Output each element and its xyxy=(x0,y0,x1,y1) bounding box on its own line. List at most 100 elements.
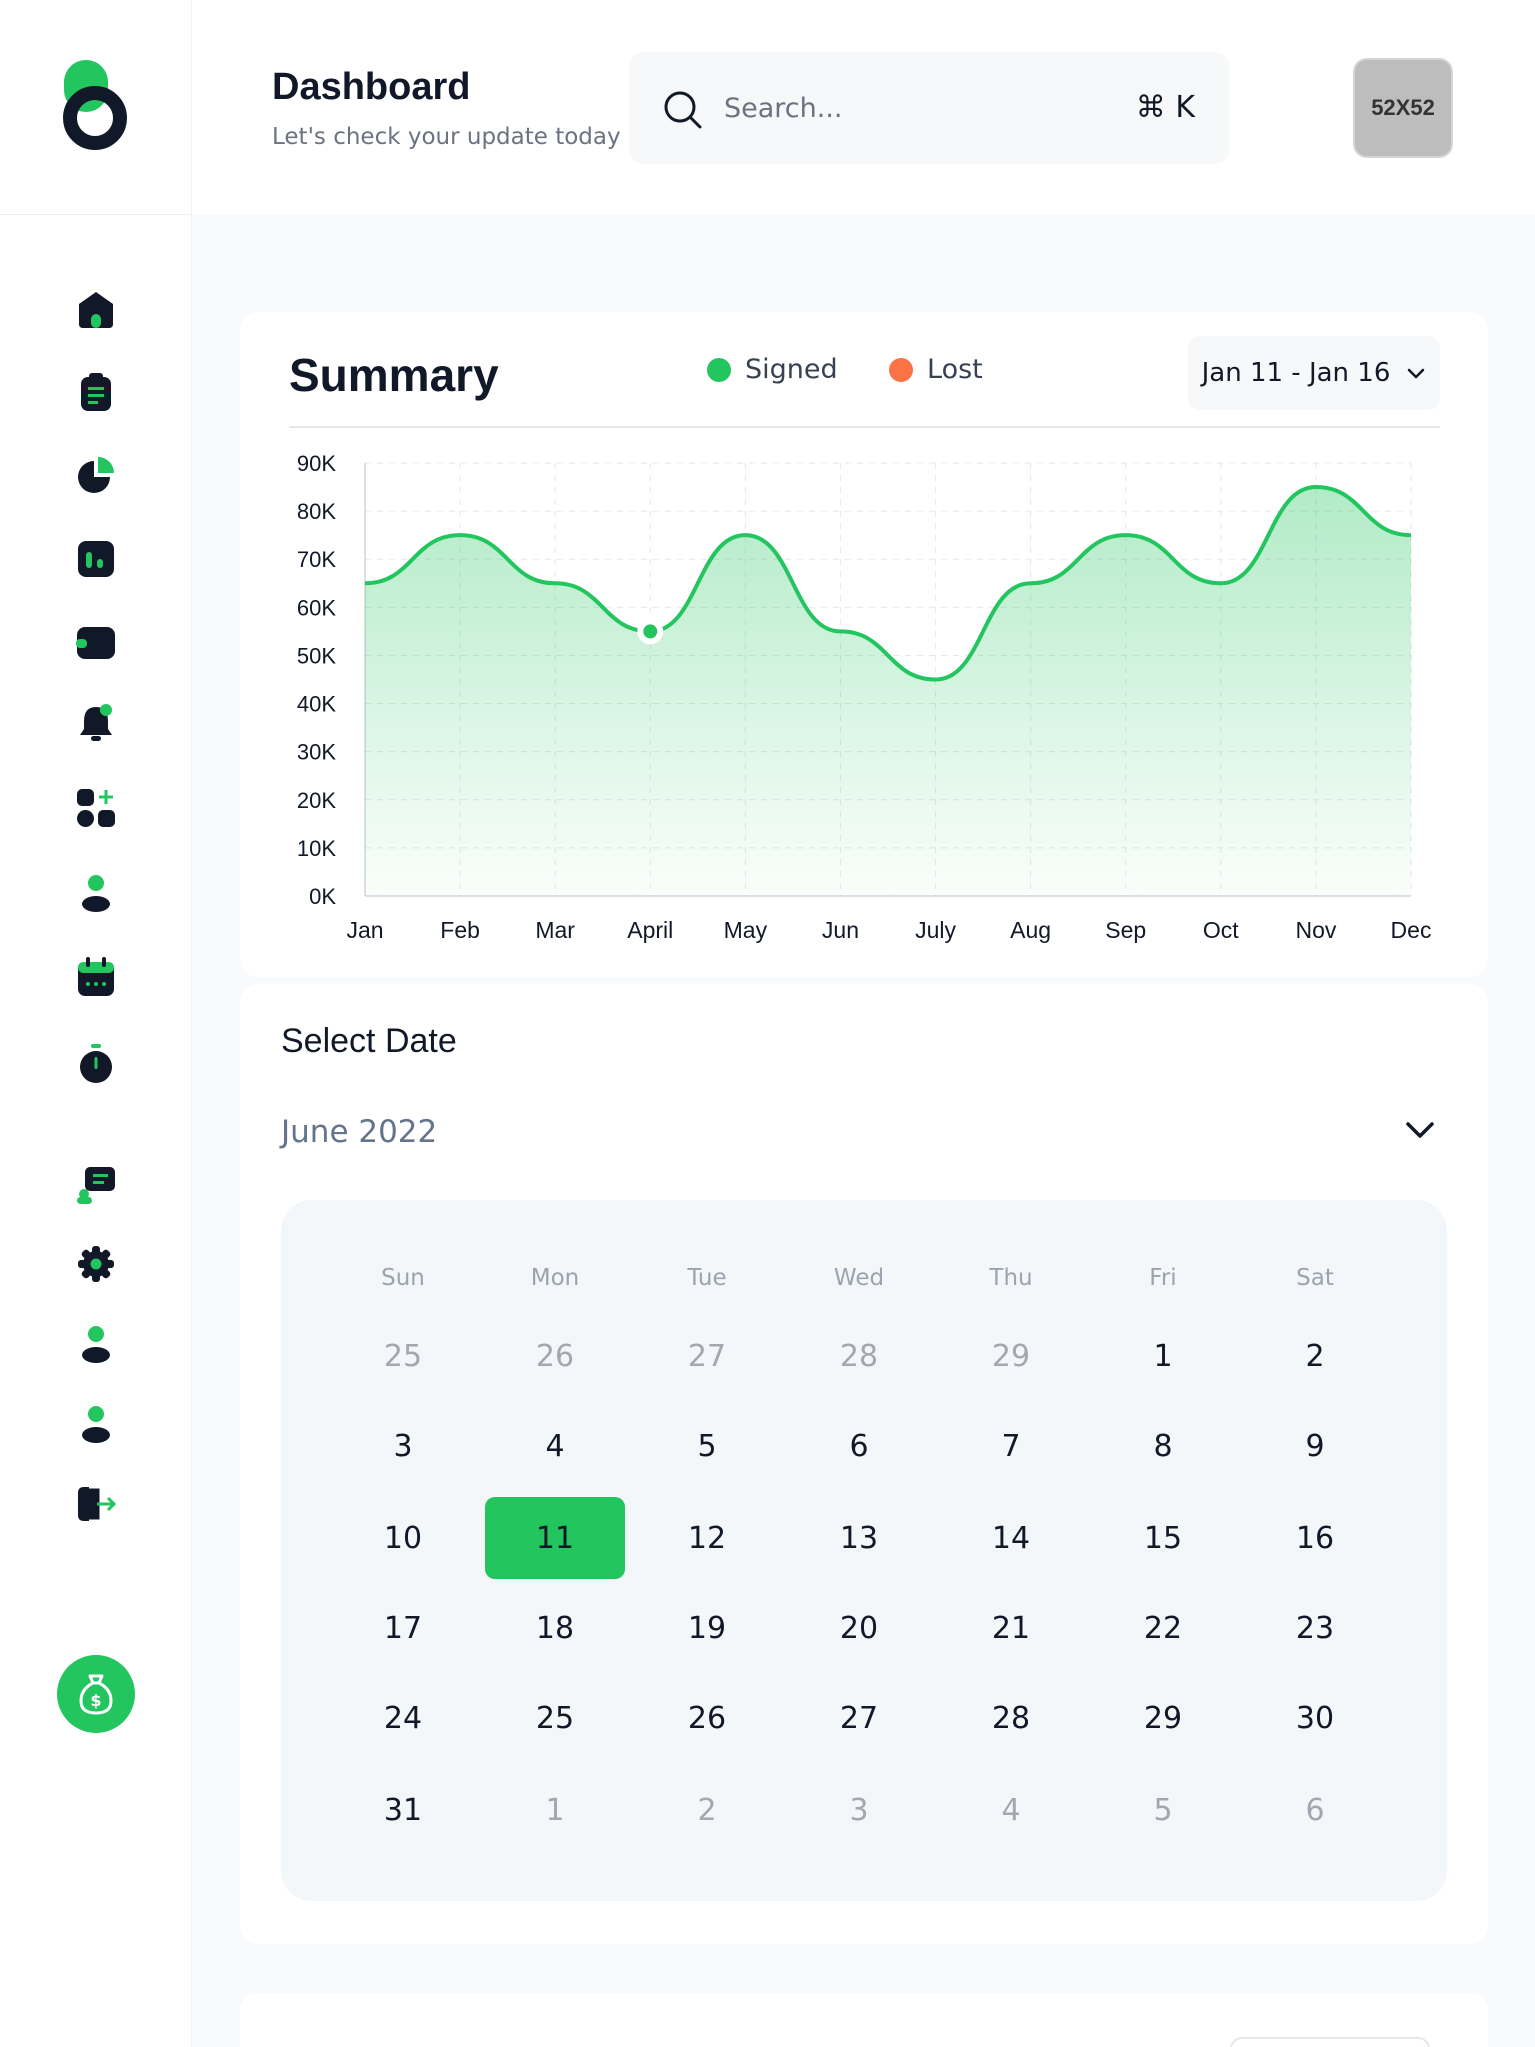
avatar[interactable]: 52X52 xyxy=(1353,58,1453,158)
pie-chart-icon[interactable] xyxy=(74,453,118,497)
y-tick-label: 50K xyxy=(297,643,336,668)
calendar-day[interactable]: 17 xyxy=(333,1587,473,1669)
y-tick-label: 30K xyxy=(297,740,336,765)
x-tick-label: Mar xyxy=(535,917,575,943)
bell-icon[interactable] xyxy=(74,700,118,744)
weekday-label: Wed xyxy=(833,1265,885,1291)
weekday-label: Thu xyxy=(989,1265,1033,1291)
money-bag-icon: $ xyxy=(79,1674,113,1715)
summary-card: Summary Signed Lost Jan 11 - Jan 16 0K 10… xyxy=(240,312,1488,977)
calendar-day[interactable]: 4 xyxy=(941,1769,1081,1851)
month-label[interactable]: June 2022 xyxy=(281,1114,437,1150)
calendar-day-selected[interactable]: 11 xyxy=(485,1497,625,1579)
money-bag-button[interactable]: $ xyxy=(57,1655,135,1733)
calendar-day[interactable]: 29 xyxy=(1093,1677,1233,1759)
svg-text:$: $ xyxy=(90,1691,101,1710)
home-icon[interactable] xyxy=(74,287,118,331)
calendar-day[interactable]: 29 xyxy=(941,1315,1081,1397)
sidebar: $ xyxy=(0,0,192,2047)
calendar-day[interactable]: 22 xyxy=(1093,1587,1233,1669)
calendar-day[interactable]: 20 xyxy=(789,1587,929,1669)
profile-icon[interactable] xyxy=(74,1322,118,1366)
select-date-title: Select Date xyxy=(281,1022,457,1060)
search-input[interactable] xyxy=(724,86,1084,130)
y-tick-label: 90K xyxy=(297,451,336,476)
y-tick-label: 80K xyxy=(297,499,336,524)
y-tick-label: 70K xyxy=(297,547,336,572)
logout-icon[interactable] xyxy=(74,1482,118,1526)
search-icon xyxy=(664,91,702,129)
calendar-day[interactable]: 14 xyxy=(941,1497,1081,1579)
app-logo[interactable] xyxy=(62,60,128,152)
calendar-day[interactable]: 30 xyxy=(1245,1677,1385,1759)
calendar-day[interactable]: 23 xyxy=(1245,1587,1385,1669)
calendar-day[interactable]: 16 xyxy=(1245,1497,1385,1579)
calendar-day[interactable]: 28 xyxy=(941,1677,1081,1759)
summary-chart: 0K 10K 20K 30K 40K 50K 60K 70K 80K 90K Jan Feb Mar Ap… xyxy=(297,451,1432,943)
calendar-day[interactable]: 2 xyxy=(637,1769,777,1851)
search-bar[interactable]: ⌘ K xyxy=(629,52,1229,164)
calendar-day[interactable]: 7 xyxy=(941,1405,1081,1487)
x-tick-label: July xyxy=(915,917,956,943)
x-tick-label: Feb xyxy=(440,917,480,943)
chat-icon[interactable] xyxy=(74,1163,118,1207)
calendar-day[interactable]: 3 xyxy=(333,1405,473,1487)
calendar-day[interactable]: 21 xyxy=(941,1587,1081,1669)
calendar-day[interactable]: 6 xyxy=(1245,1769,1385,1851)
calendar-day[interactable]: 1 xyxy=(485,1769,625,1851)
calendar-day[interactable]: 6 xyxy=(789,1405,929,1487)
calendar-icon[interactable] xyxy=(74,955,118,999)
y-tick-label: 10K xyxy=(297,836,336,861)
x-tick-label: Aug xyxy=(1010,917,1051,943)
select-date-card: Select Date June 2022 Sun Mon Tue Wed Thu Fri… xyxy=(240,984,1488,1944)
calendar-day[interactable]: 27 xyxy=(637,1315,777,1397)
calendar-grid: Sun Mon Tue Wed Thu Fri Sat 25 26 27 28 29 1 2 3 4 5 6 7 8 9… xyxy=(281,1200,1447,1901)
chevron-down-icon[interactable] xyxy=(1400,1110,1440,1150)
calendar-day[interactable]: 18 xyxy=(485,1587,625,1669)
x-tick-label: Oct xyxy=(1203,917,1239,943)
bar-chart-icon[interactable] xyxy=(74,537,118,581)
calendar-day[interactable]: 3 xyxy=(789,1769,929,1851)
calendar-day[interactable]: 12 xyxy=(637,1497,777,1579)
header: Dashboard Let's check your update today … xyxy=(192,0,1535,215)
account-icon[interactable] xyxy=(74,1402,118,1446)
y-tick-label: 60K xyxy=(297,595,336,620)
calendar-day[interactable]: 25 xyxy=(333,1315,473,1397)
calendar-day[interactable]: 25 xyxy=(485,1677,625,1759)
y-tick-label: 20K xyxy=(297,788,336,813)
calendar-day[interactable]: 19 xyxy=(637,1587,777,1669)
calendar-day[interactable]: 8 xyxy=(1093,1405,1233,1487)
calendar-day[interactable]: 26 xyxy=(485,1315,625,1397)
calendar-day[interactable]: 1 xyxy=(1093,1315,1233,1397)
calendar-day[interactable]: 24 xyxy=(333,1677,473,1759)
highlight-point xyxy=(643,624,658,639)
timer-icon[interactable] xyxy=(74,1042,118,1086)
x-tick-label: May xyxy=(724,917,768,943)
calendar-day[interactable]: 27 xyxy=(789,1677,929,1759)
add-widget-icon[interactable] xyxy=(74,786,118,830)
calendar-day[interactable]: 28 xyxy=(789,1315,929,1397)
settings-icon[interactable] xyxy=(74,1242,118,1286)
calendar-day[interactable]: 26 xyxy=(637,1677,777,1759)
calendar-day[interactable]: 9 xyxy=(1245,1405,1385,1487)
calendar-day[interactable]: 5 xyxy=(637,1405,777,1487)
calendar-day[interactable]: 13 xyxy=(789,1497,929,1579)
weekday-label: Mon xyxy=(530,1265,580,1291)
calendar-day[interactable]: 31 xyxy=(333,1769,473,1851)
y-tick-label: 40K xyxy=(297,692,336,717)
weekday-label: Fri xyxy=(1149,1265,1177,1291)
calendar-day[interactable]: 15 xyxy=(1093,1497,1233,1579)
calendar-day[interactable]: 2 xyxy=(1245,1315,1385,1397)
y-tick-label: 0K xyxy=(309,884,336,909)
user-icon[interactable] xyxy=(74,871,118,915)
wallet-icon[interactable] xyxy=(74,620,118,664)
search-shortcut: ⌘ K xyxy=(1135,90,1195,125)
signed-area xyxy=(365,487,1411,896)
calendar-day[interactable]: 5 xyxy=(1093,1769,1233,1851)
calendar-day[interactable]: 10 xyxy=(333,1497,473,1579)
x-tick-label: Nov xyxy=(1295,917,1336,943)
weekday-label: Sun xyxy=(381,1265,425,1291)
clipboard-icon[interactable] xyxy=(74,370,118,414)
calendar-day[interactable]: 4 xyxy=(485,1405,625,1487)
bottom-card-button[interactable] xyxy=(1230,2037,1430,2047)
